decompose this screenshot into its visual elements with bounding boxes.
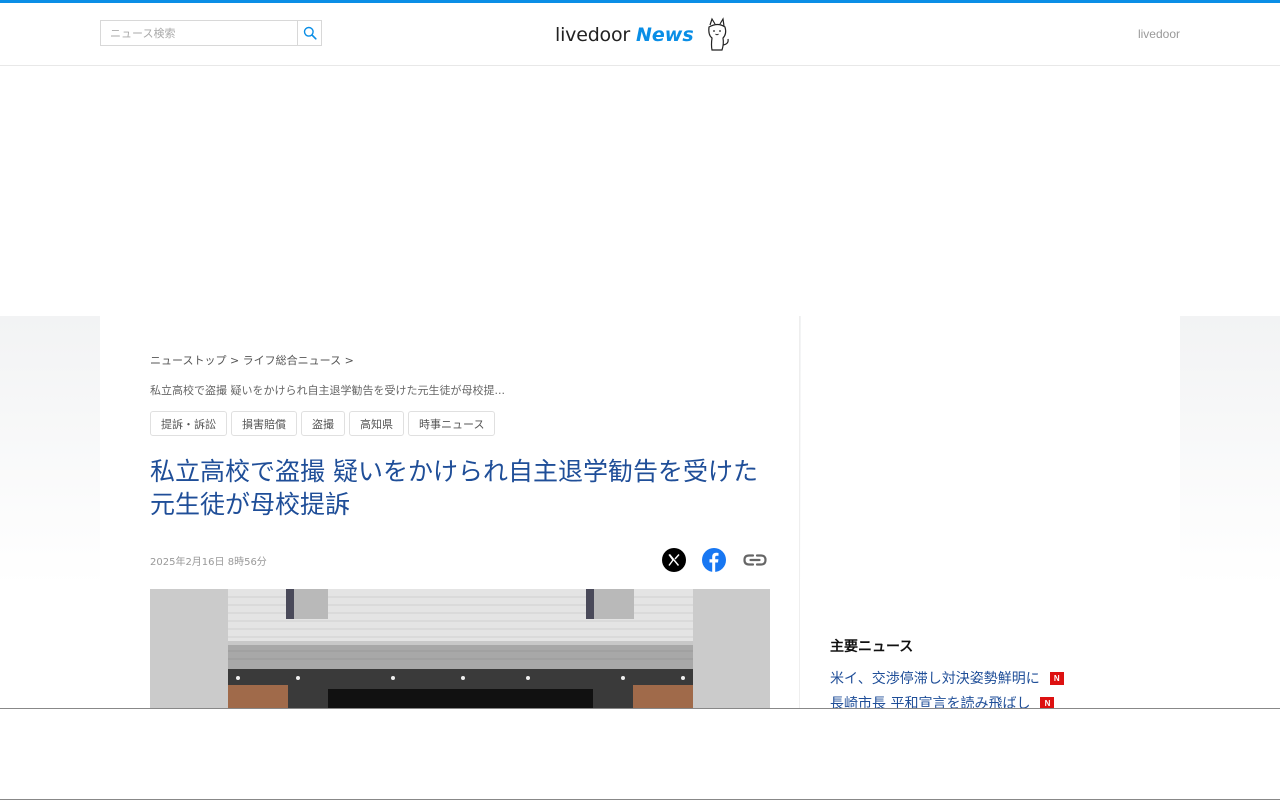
- link-icon: [743, 554, 767, 566]
- share-facebook-button[interactable]: [702, 548, 726, 572]
- breadcrumb-current: 私立高校で盗撮 疑いをかけられ自主退学勧告を受けた元生徒が母校提...: [150, 384, 505, 397]
- x-icon: [662, 548, 686, 572]
- logo-news: News: [636, 24, 694, 46]
- tag-lawsuit[interactable]: 提訴・訴訟: [150, 411, 227, 436]
- tag-kochi[interactable]: 高知県: [349, 411, 404, 436]
- livedoor-link[interactable]: livedoor: [1138, 27, 1180, 41]
- new-badge: N: [1049, 671, 1064, 685]
- facebook-icon: [702, 548, 726, 572]
- bottom-ad-bar: [0, 708, 1280, 800]
- building-photo: [228, 589, 693, 708]
- tag-current-affairs[interactable]: 時事ニュース: [408, 411, 496, 436]
- article-photo: [150, 589, 770, 708]
- top-ad-area: [0, 66, 1280, 316]
- share-x-button[interactable]: [662, 548, 686, 572]
- tag-voyeurism[interactable]: 盗撮: [301, 411, 345, 436]
- article-column: ニューストップ > ライフ総合ニュース > 私立高校で盗撮 疑いをかけられ自主退…: [100, 316, 800, 708]
- site-header: livedoor News livedoor: [0, 3, 1280, 66]
- breadcrumb: ニューストップ > ライフ総合ニュース >: [150, 352, 354, 368]
- sidebar: 主要ニュース 米イ、交渉停滞し対決姿勢鮮明に N 長崎市長 平和宣言を読み飛ばし…: [801, 316, 1180, 712]
- breadcrumb-separator: >: [229, 354, 240, 367]
- breadcrumb-separator: >: [344, 354, 354, 367]
- news-item-link[interactable]: 米イ、交渉停滞し対決姿勢鮮明に: [830, 668, 1040, 688]
- search-input[interactable]: [101, 21, 298, 45]
- site-logo[interactable]: livedoor News: [555, 15, 732, 55]
- search-box: [100, 20, 322, 46]
- search-icon: [303, 26, 317, 40]
- tag-list: 提訴・訴訟 損害賠償 盗撮 高知県 時事ニュース: [150, 411, 496, 436]
- breadcrumb-life-news[interactable]: ライフ総合ニュース: [243, 354, 341, 367]
- share-buttons: [662, 548, 768, 572]
- article-date: 2025年2月16日 8時56分: [150, 557, 267, 568]
- breadcrumb-news-top[interactable]: ニューストップ: [150, 354, 226, 367]
- tag-damages[interactable]: 損害賠償: [231, 411, 297, 436]
- main-news-heading: 主要ニュース: [830, 639, 914, 655]
- article-title: 私立高校で盗撮 疑いをかけられ自主退学勧告を受けた元生徒が母校提訴: [150, 457, 758, 519]
- logo-text: livedoor: [555, 24, 631, 46]
- search-button[interactable]: [297, 21, 321, 45]
- copy-link-button[interactable]: [742, 548, 768, 572]
- news-item[interactable]: 米イ、交渉停滞し対決姿勢鮮明に N: [830, 668, 1064, 688]
- dog-mascot-icon: [707, 17, 729, 51]
